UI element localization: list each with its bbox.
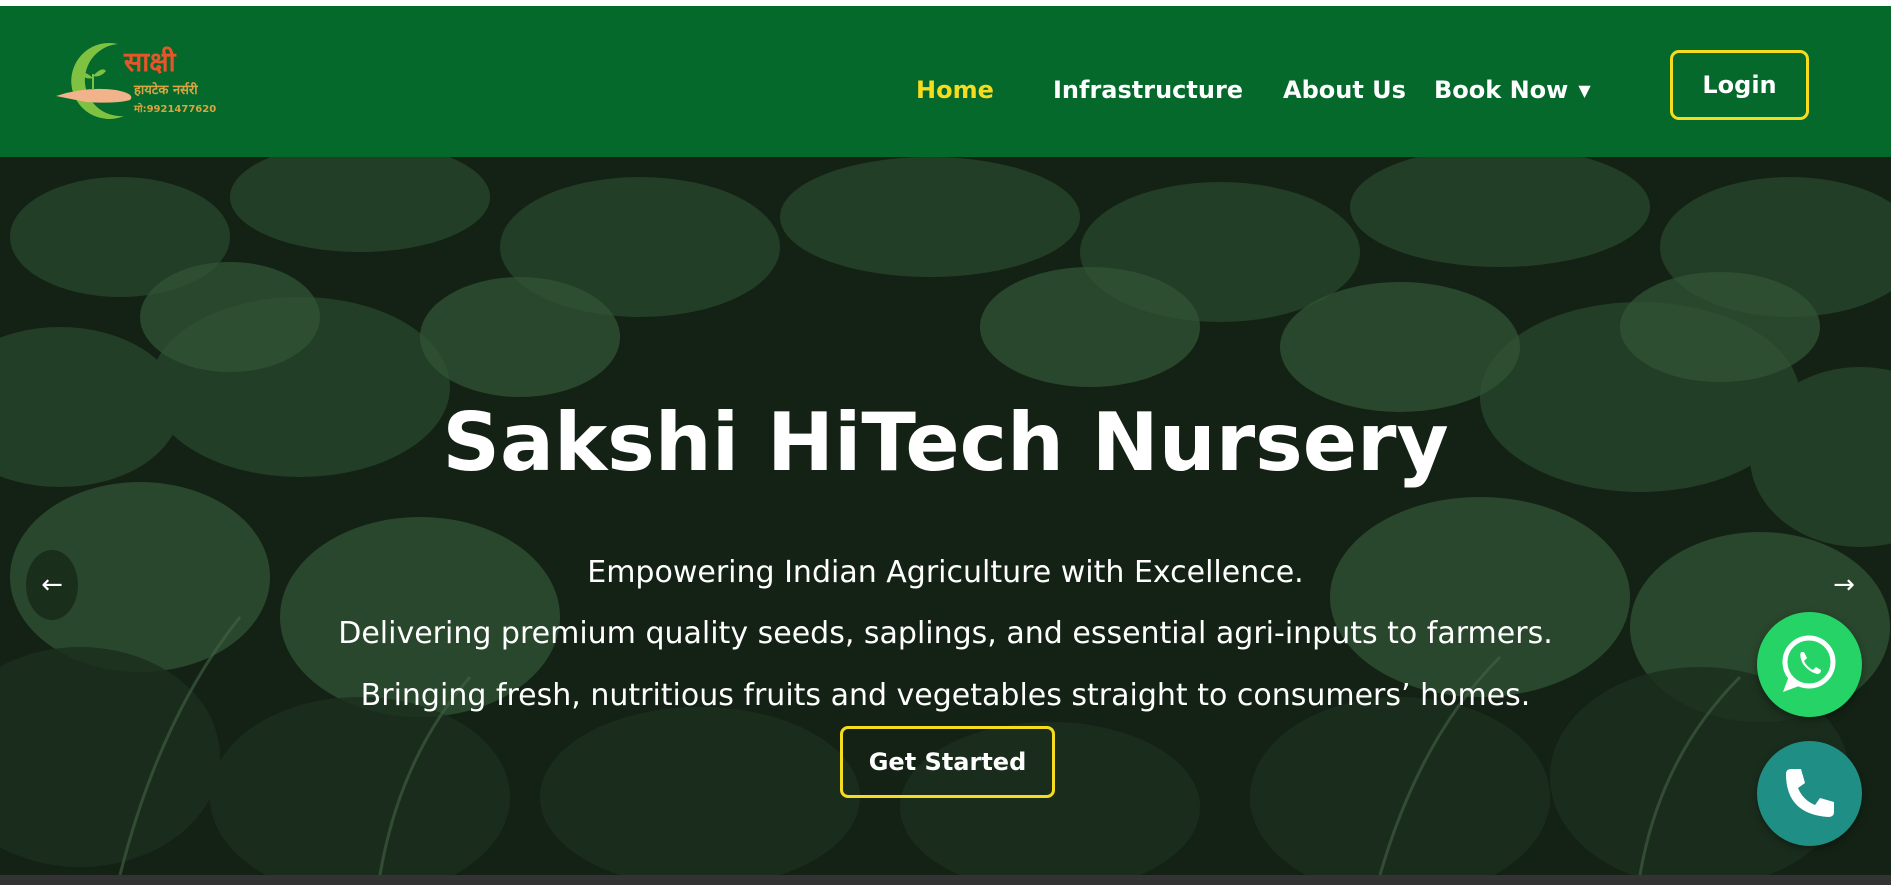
phone-call-button[interactable] (1757, 741, 1862, 846)
logo-subtitle: हायटेक नर्सरी (134, 83, 198, 98)
hero-title: Sakshi HiTech Nursery (442, 396, 1449, 489)
site-logo[interactable]: साक्षी हायटेक नर्सरी मो:9921477620 (46, 38, 246, 128)
hero-description-2: Bringing fresh, nutritious fruits and ve… (360, 678, 1531, 713)
logo-title: साक्षी (124, 47, 176, 78)
get-started-button[interactable]: Get Started (840, 726, 1055, 798)
page: साक्षी हायटेक नर्सरी मो:9921477620 Home … (0, 0, 1891, 885)
hero-description-1: Delivering premium quality seeds, saplin… (338, 616, 1553, 651)
nav-infrastructure[interactable]: Infrastructure (1053, 68, 1243, 112)
logo-phone: मो:9921477620 (134, 104, 217, 115)
phone-icon (1786, 769, 1834, 817)
hero-section: Sakshi HiTech Nursery Empowering Indian … (0, 157, 1891, 875)
nav-about-us[interactable]: About Us (1283, 68, 1406, 112)
carousel-next-arrow-icon[interactable]: → (1818, 550, 1870, 620)
bottom-scroll-strip (0, 875, 1891, 885)
nav-home[interactable]: Home (916, 68, 994, 112)
carousel-prev-arrow-icon[interactable]: ← (26, 550, 78, 620)
site-header: साक्षी हायटेक नर्सरी मो:9921477620 Home … (0, 6, 1891, 157)
nav-book-now-label: Book Now (1434, 76, 1569, 104)
nav-book-now[interactable]: Book Now ▼ (1434, 68, 1591, 112)
whatsapp-icon (1782, 635, 1836, 692)
caret-down-icon: ▼ (1578, 81, 1591, 100)
whatsapp-button[interactable] (1757, 612, 1862, 717)
hero-tagline: Empowering Indian Agriculture with Excel… (587, 555, 1304, 590)
login-button[interactable]: Login (1670, 50, 1809, 120)
